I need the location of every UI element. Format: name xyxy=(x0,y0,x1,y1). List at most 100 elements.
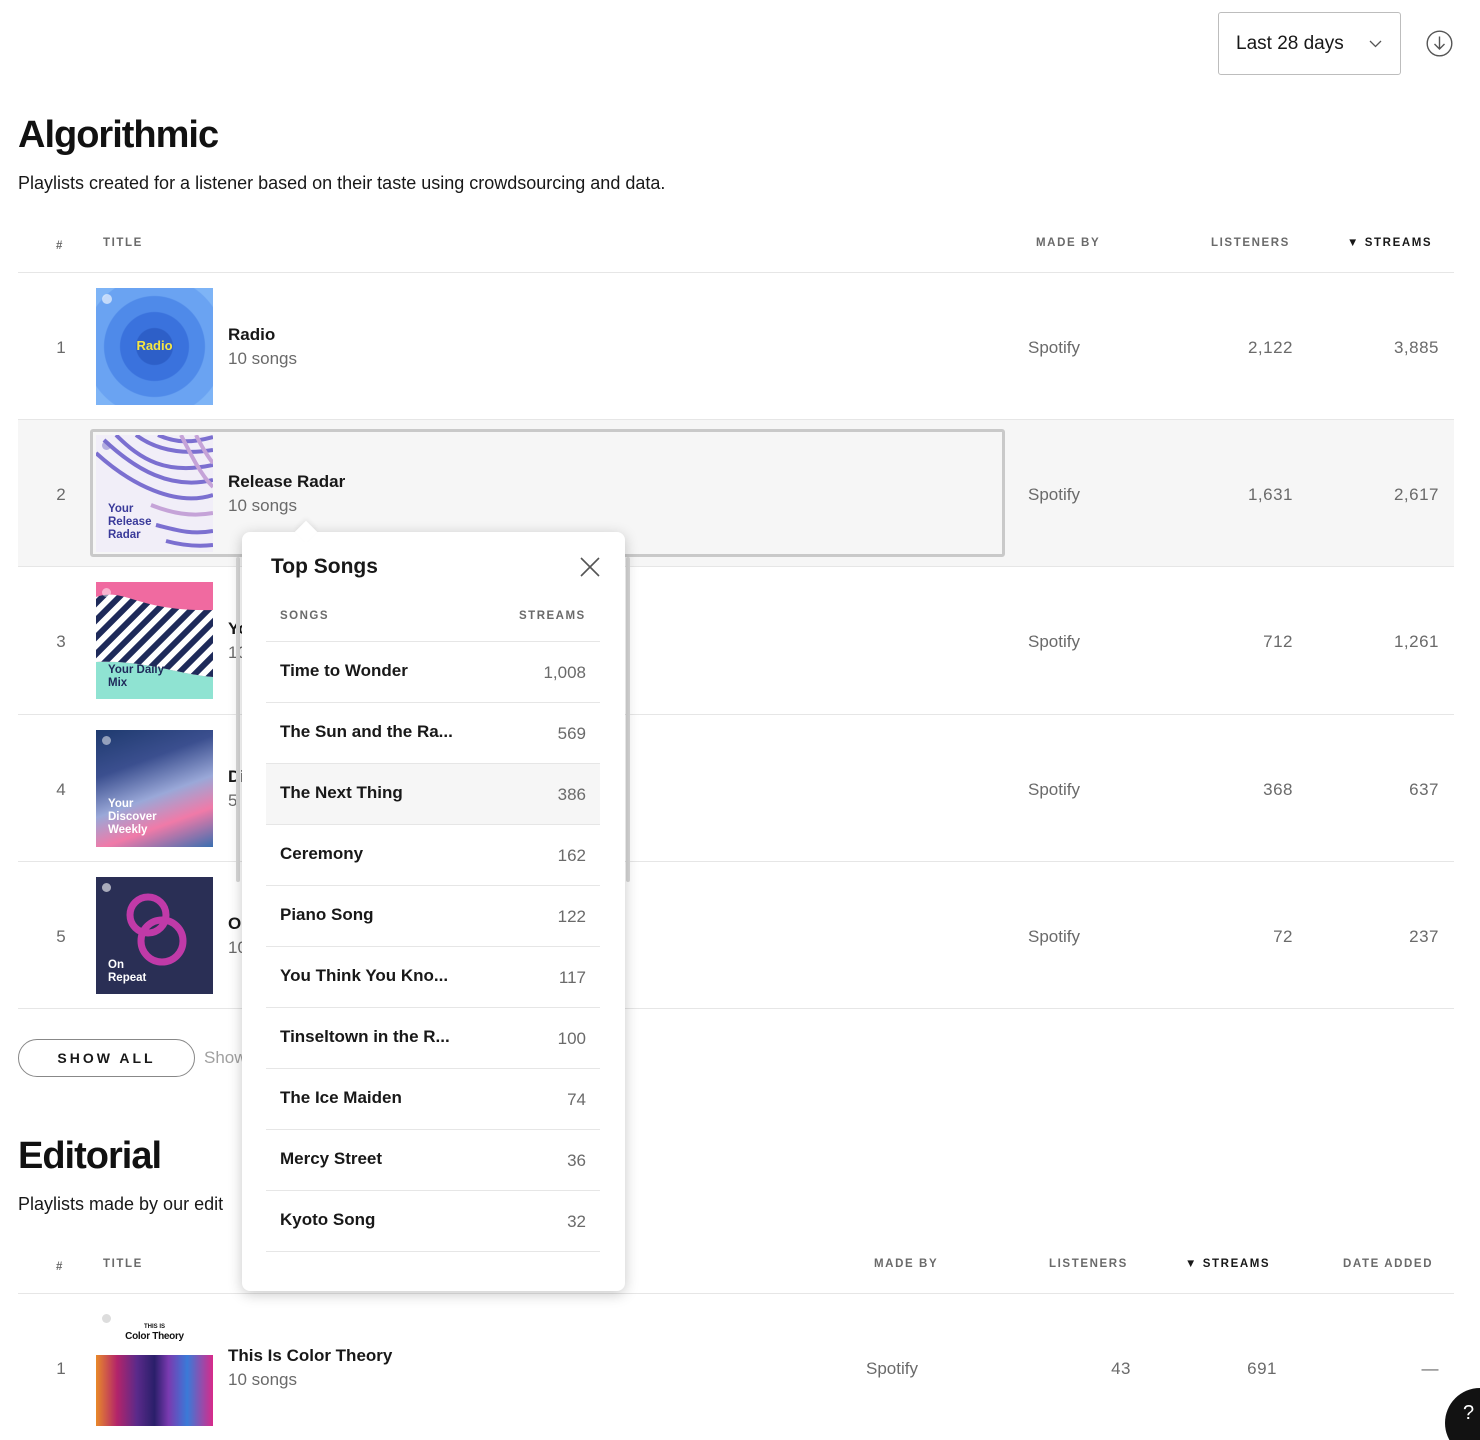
song-row[interactable]: Piano Song 122 xyxy=(266,885,600,946)
col-made-by[interactable]: MADE BY xyxy=(874,1258,938,1270)
show-hint-text: Show xyxy=(204,1048,247,1067)
popover-divider xyxy=(266,1251,600,1252)
song-streams: 122 xyxy=(557,907,586,926)
editorial-description: Playlists made by our edit xyxy=(18,1194,224,1214)
popover-col-songs: SONGS xyxy=(280,610,330,622)
col-streams-sorted[interactable]: ▼ STREAMS xyxy=(1185,1258,1270,1270)
song-row[interactable]: You Think You Kno... 117 xyxy=(266,946,600,1007)
song-streams: 117 xyxy=(558,968,586,987)
song-name: Kyoto Song xyxy=(280,1210,376,1229)
col-streams-sorted[interactable]: ▼ STREAMS xyxy=(1347,237,1432,249)
song-row[interactable]: Mercy Street 36 xyxy=(266,1129,600,1190)
date-range-value: Last 28 days xyxy=(1236,32,1344,54)
row-rank: 3 xyxy=(56,632,66,651)
date-range-select[interactable]: Last 28 days xyxy=(1218,12,1401,75)
listeners-value: 43 xyxy=(1111,1359,1131,1378)
cover-image xyxy=(96,1355,213,1426)
made-by: Spotify xyxy=(1028,632,1080,651)
song-streams: 386 xyxy=(557,785,586,804)
show-all-button[interactable]: SHOW ALL xyxy=(18,1039,195,1077)
algorithmic-title: Algorithmic xyxy=(18,114,219,156)
playlist-cover-radio: Radio xyxy=(96,288,213,405)
playlist-cover-on-repeat: On Repeat xyxy=(96,877,213,994)
row-rank: 1 xyxy=(56,1359,66,1378)
song-name: Tinseltown in the R... xyxy=(280,1027,450,1046)
close-icon[interactable] xyxy=(579,556,601,578)
streams-value: 3,885 xyxy=(1393,338,1439,357)
col-streams-label: STREAMS xyxy=(1202,1258,1271,1270)
song-streams: 569 xyxy=(557,724,586,743)
playlist-song-count: 10 songs xyxy=(228,1370,297,1389)
made-by: Spotify xyxy=(1028,485,1080,504)
col-title[interactable]: TITLE xyxy=(103,237,143,249)
scrollbar[interactable] xyxy=(626,557,630,882)
editorial-title: Editorial xyxy=(18,1135,162,1177)
popover-title: Top Songs xyxy=(271,555,378,578)
col-rank: # xyxy=(56,240,64,252)
song-name: Ceremony xyxy=(280,844,364,863)
song-streams: 100 xyxy=(557,1029,586,1048)
song-name: Mercy Street xyxy=(280,1149,383,1168)
made-by: Spotify xyxy=(1028,338,1080,357)
song-name: The Sun and the Ra... xyxy=(280,722,453,741)
table-row[interactable]: 5 On Repeat O 10 Spotify 72 237 xyxy=(18,862,1454,1009)
col-listeners[interactable]: LISTENERS xyxy=(1049,1258,1128,1270)
playlist-cover-daily-mix: Your Daily Mix xyxy=(96,582,213,699)
song-name: Time to Wonder xyxy=(280,661,408,680)
song-streams: 32 xyxy=(567,1212,586,1231)
spotify-mark-icon xyxy=(102,1314,111,1323)
listeners-value: 368 xyxy=(1263,780,1293,799)
song-row[interactable]: The Ice Maiden 74 xyxy=(266,1068,600,1129)
cover-text: Radio xyxy=(136,338,173,353)
table-row[interactable]: 4 Your Discover Weekly Di 5 Spotify 368 … xyxy=(18,715,1454,862)
song-name: Piano Song xyxy=(280,905,374,924)
song-streams: 74 xyxy=(567,1090,586,1109)
spotify-mark-icon xyxy=(102,588,111,597)
song-row[interactable]: Ceremony 162 xyxy=(266,824,600,885)
listeners-value: 2,122 xyxy=(1247,338,1293,357)
made-by: Spotify xyxy=(1028,927,1080,946)
row-rank: 5 xyxy=(56,927,66,946)
top-songs-popover: Top Songs SONGS STREAMS Time to Wonder 1… xyxy=(242,520,625,1291)
col-date-added[interactable]: DATE ADDED xyxy=(1343,1258,1433,1270)
song-row[interactable]: The Next Thing 386 xyxy=(266,763,600,824)
made-by: Spotify xyxy=(1028,780,1080,799)
col-made-by[interactable]: MADE BY xyxy=(1036,237,1100,249)
spotify-mark-icon xyxy=(102,294,112,304)
streams-value: 691 xyxy=(1247,1359,1277,1378)
cover-text: Your Daily Mix xyxy=(108,664,165,689)
song-row[interactable]: Time to Wonder 1,008 xyxy=(266,641,600,702)
col-listeners[interactable]: LISTENERS xyxy=(1211,237,1290,249)
table-row[interactable]: 1 THIS IS Color Theory This Is Color The… xyxy=(18,1294,1454,1440)
table-row[interactable]: 3 Your Daily Mix Yo 10 Spotify 712 1,261 xyxy=(18,567,1454,714)
made-by: Spotify xyxy=(866,1359,918,1378)
table-row[interactable]: 1 Radio Radio 10 songs Spotify 2,122 3,8… xyxy=(18,273,1454,420)
algorithmic-description: Playlists created for a listener based o… xyxy=(18,173,666,193)
cover-top-text: THIS IS xyxy=(143,1324,165,1330)
playlist-title[interactable]: O xyxy=(228,914,241,934)
sort-desc-icon: ▼ xyxy=(1185,1258,1198,1270)
song-row[interactable]: Tinseltown in the R... 100 xyxy=(266,1007,600,1068)
spotify-mark-icon xyxy=(102,736,111,745)
date-added-value: — xyxy=(1421,1359,1439,1378)
row-rank: 1 xyxy=(56,338,66,357)
popover-col-streams: STREAMS xyxy=(519,610,586,622)
playlist-title[interactable]: Radio xyxy=(228,325,275,345)
cover-text: On Repeat xyxy=(108,959,147,984)
song-streams: 36 xyxy=(567,1151,586,1170)
listeners-value: 712 xyxy=(1263,632,1293,651)
playlist-song-count: 10 songs xyxy=(228,349,297,368)
scrollbar[interactable] xyxy=(236,557,240,882)
listeners-value: 1,631 xyxy=(1247,485,1293,504)
row-rank: 2 xyxy=(56,485,66,504)
sort-desc-icon: ▼ xyxy=(1347,237,1360,249)
col-title[interactable]: TITLE xyxy=(103,1258,143,1270)
song-streams: 162 xyxy=(557,846,586,865)
spotify-mark-icon xyxy=(102,883,111,892)
playlist-title[interactable]: This Is Color Theory xyxy=(228,1346,392,1366)
song-name: You Think You Kno... xyxy=(280,966,449,985)
song-row[interactable]: Kyoto Song 32 xyxy=(266,1190,600,1251)
song-row[interactable]: The Sun and the Ra... 569 xyxy=(266,702,600,763)
help-icon: ? xyxy=(1463,1402,1475,1424)
download-icon[interactable] xyxy=(1426,30,1453,57)
